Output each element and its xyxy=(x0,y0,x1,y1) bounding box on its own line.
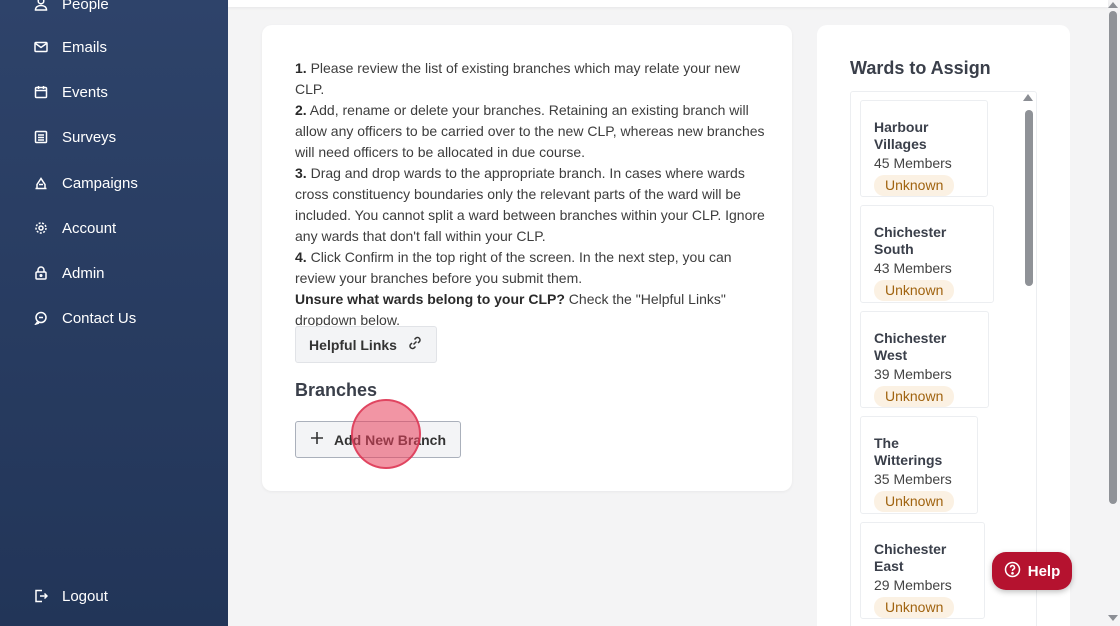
sidebar: People Emails Events Surveys Campaigns A… xyxy=(0,0,228,626)
ward-status-badge: Unknown xyxy=(874,386,955,407)
ward-name: Chichester East xyxy=(874,541,947,574)
sidebar-item-label: Campaigns xyxy=(62,174,138,192)
instruction-step-2: 2. Add, rename or delete your branches. … xyxy=(295,102,765,160)
ward-members: 35 Members xyxy=(874,471,952,487)
sidebar-item-account[interactable]: Account xyxy=(34,213,116,243)
help-button[interactable]: Help xyxy=(992,552,1072,590)
wards-heading: Wards to Assign xyxy=(850,58,991,78)
instruction-step-1: 1. Please review the list of existing br… xyxy=(295,60,741,97)
sidebar-item-label: Account xyxy=(62,219,117,237)
ward-members: 39 Members xyxy=(874,366,952,382)
top-bar xyxy=(228,0,1108,7)
sidebar-item-label: People xyxy=(62,0,109,13)
sidebar-item-label: Events xyxy=(62,83,108,101)
wards-scroll-up-arrow[interactable] xyxy=(1023,94,1033,101)
wards-scrollbar[interactable] xyxy=(1025,110,1033,286)
logout-label: Logout xyxy=(62,587,108,605)
page-scroll-up-arrow[interactable] xyxy=(1108,2,1118,8)
sidebar-item-people[interactable]: People xyxy=(34,0,109,19)
ward-card[interactable]: Chichester East 29 Members Unknown xyxy=(860,522,985,619)
instructions-card: 1. Please review the list of existing br… xyxy=(262,25,792,491)
question-circle-icon xyxy=(1004,561,1021,582)
helpful-links-button[interactable]: Helpful Links xyxy=(295,326,437,363)
ward-card[interactable]: Harbour Villages 45 Members Unknown xyxy=(860,100,988,197)
ward-status-badge: Unknown xyxy=(874,491,955,512)
ward-card[interactable]: The Witterings 35 Members Unknown xyxy=(860,416,978,514)
sidebar-item-label: Admin xyxy=(62,264,105,282)
ward-status-badge: Unknown xyxy=(874,175,955,196)
plus-icon xyxy=(310,431,324,448)
ward-name: Chichester South xyxy=(874,224,947,257)
link-icon xyxy=(407,335,423,354)
ward-name: Harbour Villages xyxy=(874,119,929,152)
wards-list[interactable]: Harbour Villages 45 Members Unknown Chic… xyxy=(850,91,1037,626)
sidebar-item-campaigns[interactable]: Campaigns xyxy=(34,168,138,198)
sidebar-item-label: Emails xyxy=(62,38,108,56)
sidebar-item-label: Surveys xyxy=(62,128,117,146)
page-scroll-down-arrow[interactable] xyxy=(1108,615,1118,621)
page-scrollbar[interactable] xyxy=(1109,11,1117,504)
logout-icon xyxy=(34,589,48,603)
person-icon xyxy=(34,0,48,11)
ward-card[interactable]: Chichester West 39 Members Unknown xyxy=(860,311,989,408)
ward-name: Chichester West xyxy=(874,330,947,363)
envelope-icon xyxy=(34,40,48,54)
helpful-links-label: Helpful Links xyxy=(309,336,397,353)
add-new-branch-button[interactable]: Add New Branch xyxy=(295,421,461,458)
gear-icon xyxy=(34,221,48,235)
instruction-step-3: 3. Drag and drop wards to the appropriat… xyxy=(295,165,765,244)
instructions-text: 1. Please review the list of existing br… xyxy=(295,58,770,331)
logout-button[interactable]: Logout xyxy=(34,581,108,611)
sidebar-item-emails[interactable]: Emails xyxy=(34,32,107,62)
instruction-unsure: Unsure what wards belong to your CLP? Ch… xyxy=(295,291,726,328)
sidebar-item-admin[interactable]: Admin xyxy=(34,258,105,288)
calendar-icon xyxy=(34,85,48,99)
ward-members: 45 Members xyxy=(874,155,952,171)
sidebar-item-surveys[interactable]: Surveys xyxy=(34,122,116,152)
ward-status-badge: Unknown xyxy=(874,597,955,618)
instruction-step-4: 4. Click Confirm in the top right of the… xyxy=(295,249,732,286)
campaign-icon xyxy=(34,176,48,190)
ward-members: 43 Members xyxy=(874,260,952,276)
ward-name: The Witterings xyxy=(874,435,943,468)
branches-heading: Branches xyxy=(295,380,378,400)
survey-icon xyxy=(34,130,48,144)
help-label: Help xyxy=(1027,562,1061,580)
ward-status-badge: Unknown xyxy=(874,280,955,301)
sidebar-item-contact-us[interactable]: Contact Us xyxy=(34,303,136,333)
ward-members: 29 Members xyxy=(874,577,952,593)
sidebar-item-events[interactable]: Events xyxy=(34,77,108,107)
lock-icon xyxy=(34,266,48,280)
chat-icon xyxy=(34,311,48,325)
ward-card[interactable]: Chichester South 43 Members Unknown xyxy=(860,205,994,303)
add-new-branch-label: Add New Branch xyxy=(333,431,446,448)
sidebar-item-label: Contact Us xyxy=(62,309,137,327)
